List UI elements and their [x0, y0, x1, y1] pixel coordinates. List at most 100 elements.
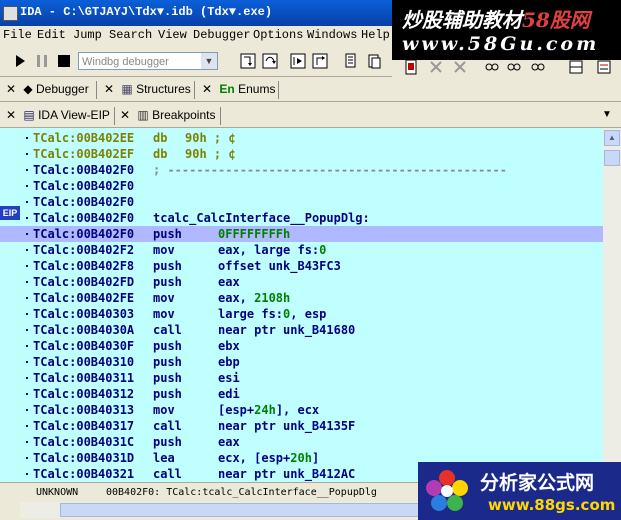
code-line[interactable]: TCalc:00B40310 push ebp — [0, 354, 603, 370]
code-operand[interactable]: near ptr unk_B412AC — [218, 466, 355, 482]
step-out-icon[interactable] — [312, 53, 328, 69]
code-address[interactable]: TCalc:00B402F2 — [33, 242, 134, 258]
scroll-thumb[interactable] — [604, 150, 620, 166]
code-operand[interactable]: 90h ; ¢ — [185, 146, 236, 162]
code-address[interactable]: TCalc:00B40310 — [33, 354, 134, 370]
code-mnemonic[interactable]: push — [153, 226, 182, 242]
code-line[interactable]: TCalc:00B4030A call near ptr unk_B41680 — [0, 322, 603, 338]
threads-icon[interactable] — [484, 59, 500, 75]
breakpoint-list-icon[interactable] — [344, 53, 360, 69]
code-mnemonic[interactable]: push — [153, 370, 182, 386]
code-mnemonic[interactable]: push — [153, 434, 182, 450]
code-mnemonic[interactable]: mov — [153, 306, 175, 322]
debugger-select[interactable]: Windbg debugger ▼ — [78, 52, 218, 70]
code-address[interactable]: TCalc:00B402F0 — [33, 162, 134, 178]
code-address[interactable]: TCalc:00B4031C — [33, 434, 134, 450]
close-icon[interactable]: ✕ — [104, 82, 114, 96]
close-icon[interactable]: ✕ — [6, 82, 16, 96]
pause-icon[interactable] — [34, 53, 50, 69]
code-line[interactable]: TCalc:00B402F0 — [0, 178, 603, 194]
tab-enums[interactable]: ✕ En Enums — [202, 80, 275, 98]
code-line[interactable]: TCalc:00B402F0 tcalc_CalcInterface__Popup… — [0, 210, 603, 226]
red-stop-icon[interactable] — [404, 59, 420, 75]
code-address[interactable]: TCalc:00B40311 — [33, 370, 134, 386]
code-mnemonic[interactable]: lea — [153, 450, 175, 466]
code-address[interactable]: TCalc:00B402EE — [33, 130, 134, 146]
code-operand[interactable]: eax, 2108h — [218, 290, 290, 306]
code-operand[interactable]: offset unk_B43FC3 — [218, 258, 341, 274]
tab-structures[interactable]: ✕ ▦ Structures — [104, 80, 191, 98]
menu-debugger[interactable]: Debugger — [193, 28, 251, 42]
scroll-thumb[interactable] — [60, 503, 440, 517]
code-operand[interactable]: [esp+24h], ecx — [218, 402, 319, 418]
code-line[interactable]: TCalc:00B40313 mov [esp+24h], ecx — [0, 402, 603, 418]
menu-help[interactable]: Help — [361, 28, 390, 42]
code-operand[interactable]: large fs:0, esp — [218, 306, 326, 322]
code-line[interactable]: TCalc:00B402EF db 90h ; ¢ — [0, 146, 603, 162]
code-mnemonic[interactable]: push — [153, 386, 182, 402]
menu-search[interactable]: Search — [109, 28, 152, 42]
code-mnemonic[interactable]: db — [153, 146, 167, 162]
code-line[interactable]: TCalc:00B40317 call near ptr unk_B4135F — [0, 418, 603, 434]
code-mnemonic[interactable]: ; --------------------------------------… — [153, 162, 507, 178]
code-operand[interactable]: ebx — [218, 338, 240, 354]
code-line[interactable]: TCalc:00B402FE mov eax, 2108h — [0, 290, 603, 306]
menu-options[interactable]: Options — [253, 28, 303, 42]
close-icon[interactable]: ✕ — [6, 108, 16, 122]
code-mnemonic[interactable]: push — [153, 338, 182, 354]
code-address[interactable]: TCalc:00B40303 — [33, 306, 134, 322]
vertical-scrollbar[interactable]: ▲ — [603, 128, 621, 482]
modules-icon[interactable] — [506, 59, 522, 75]
close-icon[interactable]: ✕ — [120, 108, 130, 122]
code-line[interactable]: TCalc:00B402F8 push offset unk_B43FC3 — [0, 258, 603, 274]
segments-icon[interactable] — [568, 59, 584, 75]
code-line[interactable]: TCalc:00B40303 mov large fs:0, esp — [0, 306, 603, 322]
menu-edit[interactable]: Edit — [37, 28, 66, 42]
code-operand[interactable]: eax — [218, 434, 240, 450]
menu-view[interactable]: View — [158, 28, 187, 42]
code-line[interactable]: TCalc:00B402EE db 90h ; ¢ — [0, 130, 603, 146]
code-operand[interactable]: edi — [218, 386, 240, 402]
code-line[interactable]: TCalc:00B402F2 mov eax, large fs:0 — [0, 242, 603, 258]
code-address[interactable]: TCalc:00B4031D — [33, 450, 134, 466]
code-mnemonic[interactable]: call — [153, 322, 182, 338]
code-mnemonic[interactable]: mov — [153, 402, 175, 418]
trace-list-icon[interactable] — [366, 53, 382, 69]
code-operand[interactable]: eax — [218, 274, 240, 290]
code-operand[interactable]: near ptr unk_B4135F — [218, 418, 355, 434]
close-process-icon[interactable] — [452, 59, 468, 75]
close-icon[interactable]: ✕ — [202, 82, 212, 96]
code-line[interactable]: TCalc:00B402F0 ; ------------------------… — [0, 162, 603, 178]
code-line[interactable]: TCalc:00B4030F push ebx — [0, 338, 603, 354]
menu-windows[interactable]: Windows — [307, 28, 357, 42]
code-mnemonic[interactable]: call — [153, 466, 182, 482]
disassembly-view[interactable]: TCalc:00B402EE db 90h ; ¢ TCalc:00B402EF db 9… — [0, 128, 603, 482]
code-operand[interactable]: ecx, [esp+20h] — [218, 450, 319, 466]
tab-list-dropdown-icon[interactable]: ▼ — [602, 109, 612, 120]
code-address[interactable]: TCalc:00B40317 — [33, 418, 134, 434]
code-address[interactable]: TCalc:00B402EF — [33, 146, 134, 162]
code-mnemonic[interactable]: push — [153, 354, 182, 370]
tab-breakpoints[interactable]: ✕ ▥ Breakpoints — [120, 106, 215, 124]
code-operand[interactable]: near ptr unk_B41680 — [218, 322, 355, 338]
code-address[interactable]: TCalc:00B402FD — [33, 274, 134, 290]
code-mnemonic[interactable]: push — [153, 258, 182, 274]
code-operand[interactable]: eax, large fs:0 — [218, 242, 326, 258]
code-line[interactable]: TCalc:00B402F0 — [0, 194, 603, 210]
code-operand[interactable]: 90h ; ¢ — [185, 130, 236, 146]
code-address[interactable]: TCalc:00B402F0 — [33, 210, 134, 226]
chevron-down-icon[interactable]: ▼ — [201, 53, 217, 69]
code-address[interactable]: TCalc:00B402F8 — [33, 258, 134, 274]
step-into-icon[interactable] — [240, 53, 256, 69]
scroll-up-icon[interactable]: ▲ — [604, 130, 620, 146]
run-icon[interactable] — [12, 53, 28, 69]
stack-icon[interactable] — [530, 59, 546, 75]
menu-jump[interactable]: Jump — [73, 28, 102, 42]
stop-icon[interactable] — [56, 53, 72, 69]
code-operand[interactable]: 0FFFFFFFFh — [218, 226, 290, 242]
detach-icon[interactable] — [428, 59, 444, 75]
code-mnemonic[interactable]: push — [153, 274, 182, 290]
step-over-icon[interactable] — [262, 53, 278, 69]
code-address[interactable]: TCalc:00B40321 — [33, 466, 134, 482]
run-to-cursor-icon[interactable] — [290, 53, 306, 69]
